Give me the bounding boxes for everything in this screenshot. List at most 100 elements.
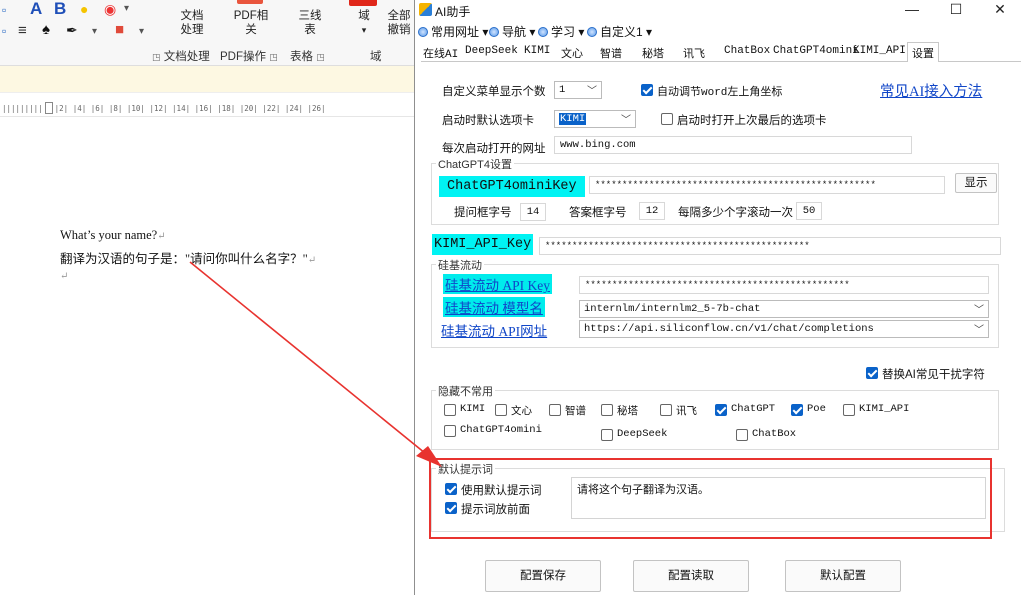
open-last-tab-label: 启动时打开上次最后的选项卡 <box>677 115 827 127</box>
hidden-item-label: KIMI_API <box>859 403 910 415</box>
pdf-related-button[interactable]: PDF相关 <box>226 9 276 37</box>
hidden-tabs-group: 隐藏不常用 <box>431 383 999 450</box>
default-prompt-textarea[interactable]: 请将这个句子翻译为汉语。 <box>571 477 986 519</box>
scroll-input[interactable]: 50 <box>796 202 822 220</box>
menu-learning[interactable]: 学习 ▾ <box>538 23 584 40</box>
hidden-item-checkbox[interactable] <box>444 404 456 416</box>
startup-url-input[interactable]: www.bing.com <box>554 136 912 154</box>
title-bar: AI助手 — ☐ ✕ <box>415 0 1024 20</box>
siliconflow-model-select[interactable]: internlm/internlm2_5-7b-chat ﹀ <box>579 300 989 318</box>
use-default-prompt-checkbox[interactable] <box>445 483 457 495</box>
minimize-button[interactable]: — <box>890 0 934 20</box>
prompt-front-checkbox[interactable] <box>445 502 457 514</box>
word-window: ▫ A B ● ◉ ▾ ▫ ≡ ♠ ✒ ▾ ■ ▾ 文档处理 PDF相关 三线表… <box>0 0 415 595</box>
record-icon[interactable]: ◉ <box>104 0 116 18</box>
pen-icon[interactable]: ✒ <box>66 21 78 39</box>
align-icon[interactable]: ≡ <box>18 22 27 40</box>
tab-mita[interactable]: 秘塔 <box>642 45 664 61</box>
hidden-item-checkbox[interactable] <box>843 404 855 416</box>
siliconflow-model-label[interactable]: 硅基流动 模型名 <box>443 297 545 317</box>
replace-chars-checkbox[interactable] <box>866 367 878 379</box>
hidden-item-checkbox[interactable] <box>444 425 456 437</box>
tab-chatbox[interactable]: ChatBox <box>724 45 770 57</box>
tab-kimi-api[interactable]: KIMI_API <box>853 45 906 57</box>
show-key-button[interactable]: 显示 <box>955 173 997 193</box>
indent-marker[interactable] <box>44 102 53 114</box>
replace-chars-label: 替换AI常见干扰字符 <box>882 369 985 381</box>
ruler: ||||||||| |2| |4| |6| |8| |10| |12| |14| … <box>0 93 415 117</box>
maximize-button[interactable]: ☐ <box>934 0 978 20</box>
save-config-button[interactable]: 配置保存 <box>485 560 601 592</box>
question-font-label: 提问框字号 <box>454 207 512 219</box>
tab-settings[interactable]: 设置 <box>907 42 939 63</box>
tab-deepseek[interactable]: DeepSeek <box>465 45 518 57</box>
field-icon <box>349 0 377 6</box>
shading-icon[interactable]: ■ <box>115 21 124 39</box>
hidden-item-label: 智谱 <box>565 406 586 418</box>
font-size-a-icon[interactable]: A <box>30 0 42 18</box>
chevron-down-icon: ﹀ <box>974 326 984 337</box>
tab-chatgpt4omini[interactable]: ChatGPT4omini <box>773 45 859 57</box>
prompt-front-label: 提示词放前面 <box>461 504 530 516</box>
siliconflow-url-label[interactable]: 硅基流动 API网址 <box>441 320 547 340</box>
menu-navigation[interactable]: 导航 ▾ <box>489 23 535 40</box>
menu-count-select[interactable]: 1 ﹀ <box>554 81 602 99</box>
clipboard-icon[interactable]: ▫ <box>2 1 6 19</box>
hidden-item-checkbox[interactable] <box>495 404 507 416</box>
hidden-item-label: ChatBox <box>752 428 797 440</box>
document-page[interactable]: What’s your name?↵ 翻译为汉语的句子是："请问你叫什么名字？"… <box>0 118 415 595</box>
hidden-item-label: Poe <box>807 403 826 415</box>
tab-xunfei[interactable]: 讯飞 <box>683 45 705 61</box>
menu-custom1[interactable]: 自定义1 ▾ <box>587 23 652 40</box>
dropdown-icon[interactable]: ▾ <box>92 23 97 41</box>
bold-b-icon[interactable]: B <box>54 0 66 18</box>
lightbulb-icon[interactable]: ● <box>80 0 88 18</box>
spade-icon[interactable]: ♠ <box>42 21 50 39</box>
hidden-item-label: ChatGPT <box>731 403 776 415</box>
hidden-item-checkbox[interactable] <box>660 404 672 416</box>
hidden-item-label: DeepSeek <box>617 428 668 440</box>
hidden-item-checkbox[interactable] <box>601 429 613 441</box>
siliconflow-url-select[interactable]: https://api.siliconflow.cn/v1/chat/compl… <box>579 320 989 338</box>
common-ai-link[interactable]: 常见AI接入方法 <box>880 80 982 101</box>
menu-count-label: 自定义菜单显示个数 <box>442 86 546 98</box>
default-config-button[interactable]: 默认配置 <box>785 560 901 592</box>
dropdown-icon[interactable]: ▾ <box>124 0 129 18</box>
auto-adjust-checkbox[interactable] <box>641 84 653 96</box>
hidden-item-checkbox[interactable] <box>549 404 561 416</box>
app-icon <box>419 3 432 16</box>
hidden-item-checkbox[interactable] <box>715 404 727 416</box>
default-tab-label: 启动时默认选项卡 <box>442 115 534 127</box>
default-tab-select[interactable]: KIMI ﹀ <box>554 110 636 128</box>
hidden-item-label: KIMI <box>460 403 486 415</box>
hidden-item-checkbox[interactable] <box>601 404 613 416</box>
chatgpt-key-input[interactable]: ****************************************… <box>589 176 945 194</box>
siliconflow-key-label[interactable]: 硅基流动 API Key <box>443 274 552 294</box>
field-button[interactable]: 域 ▾ <box>352 9 376 37</box>
tab-kimi[interactable]: KIMI <box>524 45 550 57</box>
siliconflow-group-title: 硅基流动 <box>436 257 484 273</box>
doc-process-button[interactable]: 文档处理 <box>170 9 214 37</box>
open-last-tab-checkbox[interactable] <box>661 113 673 125</box>
question-font-input[interactable]: 14 <box>520 203 546 221</box>
hidden-item-checkbox[interactable] <box>736 429 748 441</box>
chevron-down-icon: ﹀ <box>974 306 984 317</box>
list-icon[interactable]: ▫ <box>2 22 6 40</box>
group-table: 表格 ◳ <box>290 51 325 63</box>
undo-all-button[interactable]: 全部撤销 <box>386 9 415 37</box>
kimi-key-input[interactable]: ****************************************… <box>539 237 1001 255</box>
siliconflow-key-input[interactable]: ****************************************… <box>579 276 989 294</box>
answer-font-input[interactable]: 12 <box>639 202 665 220</box>
menu-bar: 常用网址 ▾ 导航 ▾ 学习 ▾ 自定义1 ▾ <box>415 21 1024 41</box>
tab-online-ai[interactable]: 在线AI <box>423 45 458 61</box>
dropdown-icon[interactable]: ▾ <box>139 23 144 41</box>
scroll-label: 每隔多少个字滚动一次 <box>678 207 793 219</box>
load-config-button[interactable]: 配置读取 <box>633 560 749 592</box>
tab-wenxin[interactable]: 文心 <box>561 45 583 61</box>
close-button[interactable]: ✕ <box>978 0 1022 20</box>
chatgpt-group-title: ChatGPT4设置 <box>436 156 514 172</box>
three-line-table-button[interactable]: 三线表 <box>290 9 330 37</box>
tab-zhipu[interactable]: 智谱 <box>600 45 622 61</box>
menu-common-urls[interactable]: 常用网址 ▾ <box>418 23 488 40</box>
hidden-item-checkbox[interactable] <box>791 404 803 416</box>
